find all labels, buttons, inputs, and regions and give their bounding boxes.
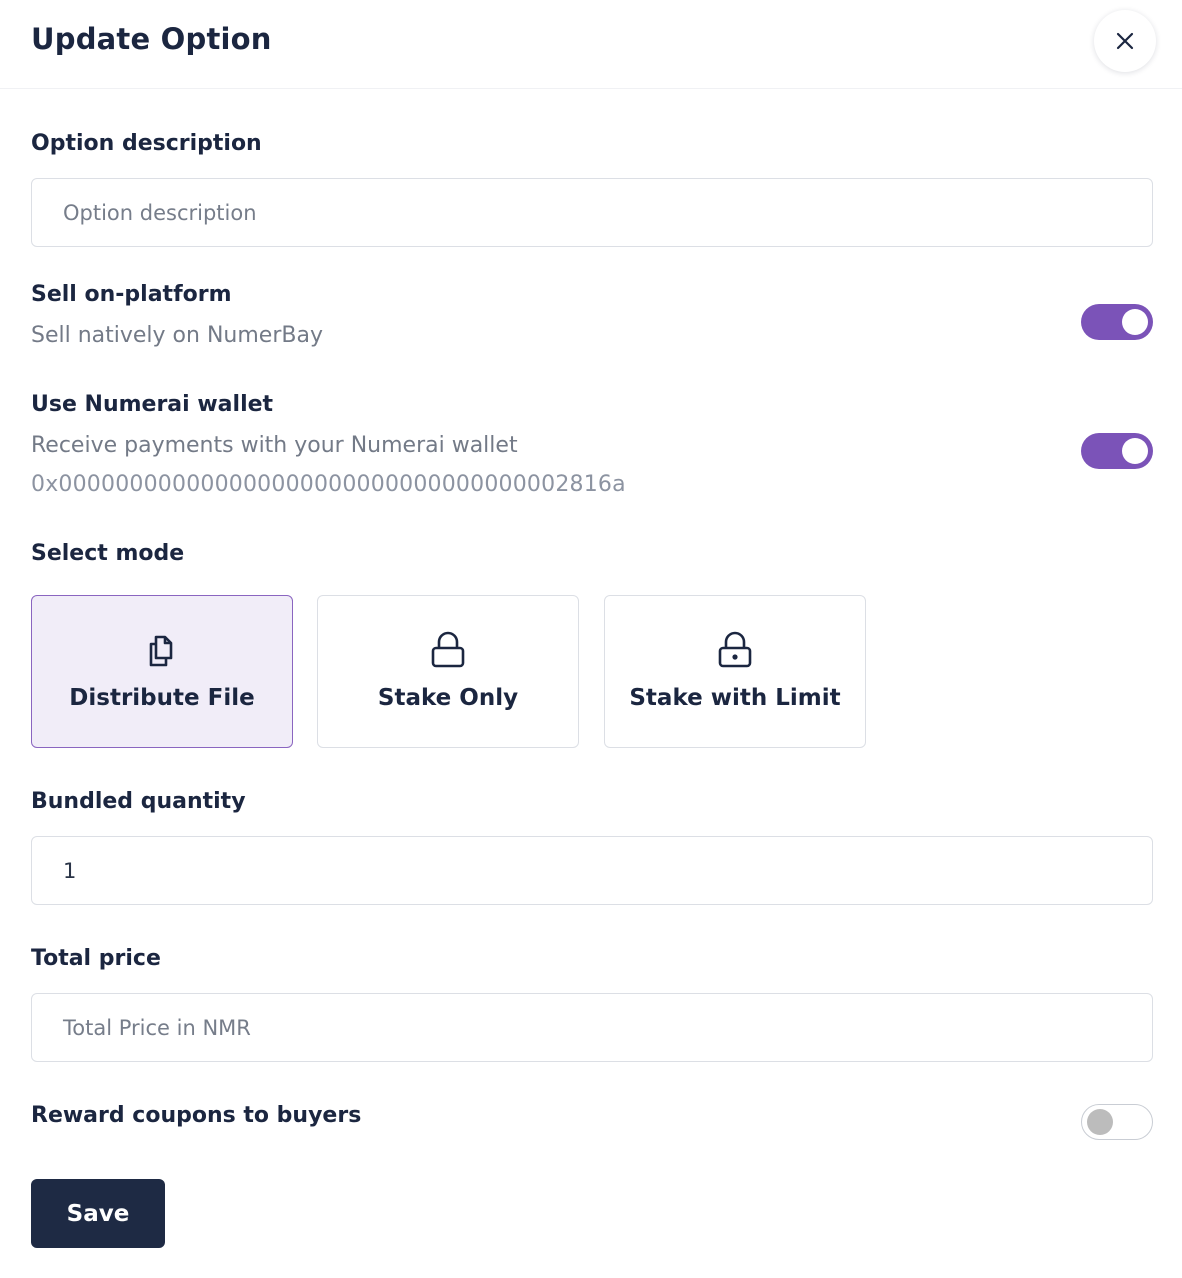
close-icon xyxy=(1116,32,1134,50)
total-price-label: Total price xyxy=(31,946,161,971)
lock-keyhole-icon xyxy=(718,631,752,668)
select-mode-label: Select mode xyxy=(31,541,185,566)
sell-on-platform-description: Sell natively on NumerBay xyxy=(31,323,323,348)
bundled-quantity-label: Bundled quantity xyxy=(31,789,246,814)
mode-label: Distribute File xyxy=(69,685,255,711)
toggle-knob xyxy=(1122,309,1148,335)
mode-label: Stake Only xyxy=(377,685,519,711)
mode-stake-with-limit[interactable]: Stake with Limit xyxy=(604,595,866,748)
files-icon xyxy=(149,635,173,667)
toggle-knob xyxy=(1087,1109,1113,1135)
modal-title: Update Option xyxy=(31,22,272,56)
mode-stake-only[interactable]: Stake Only xyxy=(317,595,579,748)
modal-header: Update Option xyxy=(0,0,1182,89)
reward-coupons-toggle[interactable] xyxy=(1081,1104,1153,1140)
toggle-knob xyxy=(1122,438,1148,464)
lock-icon xyxy=(431,631,465,668)
option-description-placeholder: Option description xyxy=(63,200,257,225)
numerai-wallet-label: Use Numerai wallet xyxy=(31,392,274,417)
option-description-input[interactable]: Option description xyxy=(31,178,1153,247)
numerai-wallet-address: 0x00000000000000000000000000000000000281… xyxy=(31,472,626,497)
close-button[interactable] xyxy=(1094,10,1156,72)
mode-label: Stake with Limit xyxy=(629,685,841,711)
mode-distribute-file[interactable]: Distribute File xyxy=(31,595,293,748)
numerai-wallet-toggle[interactable] xyxy=(1081,433,1153,469)
save-button[interactable]: Save xyxy=(31,1179,165,1248)
sell-on-platform-label: Sell on-platform xyxy=(31,282,232,307)
sell-on-platform-toggle[interactable] xyxy=(1081,304,1153,340)
reward-coupons-label: Reward coupons to buyers xyxy=(31,1103,362,1128)
total-price-placeholder: Total Price in NMR xyxy=(63,1015,251,1040)
bundled-quantity-input[interactable]: 1 xyxy=(31,836,1153,905)
bundled-quantity-value: 1 xyxy=(63,858,77,883)
option-description-label: Option description xyxy=(31,131,262,156)
total-price-input[interactable]: Total Price in NMR xyxy=(31,993,1153,1062)
numerai-wallet-description: Receive payments with your Numerai walle… xyxy=(31,433,518,458)
